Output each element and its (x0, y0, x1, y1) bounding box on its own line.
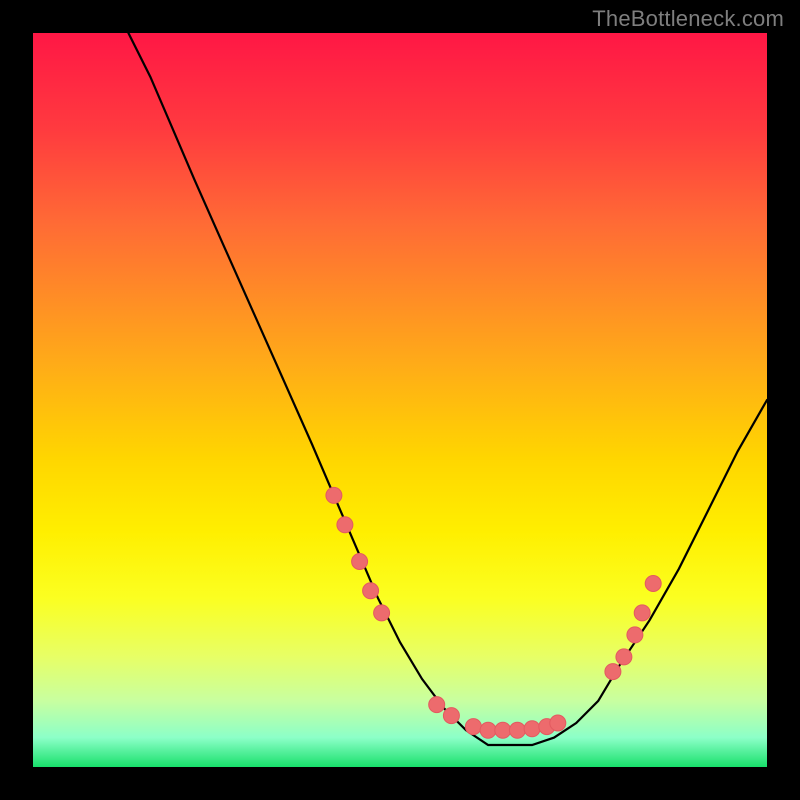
chart-stage: TheBottleneck.com (0, 0, 800, 800)
watermark-text: TheBottleneck.com (592, 6, 784, 32)
plot-area (33, 33, 767, 767)
background-gradient (33, 33, 767, 767)
